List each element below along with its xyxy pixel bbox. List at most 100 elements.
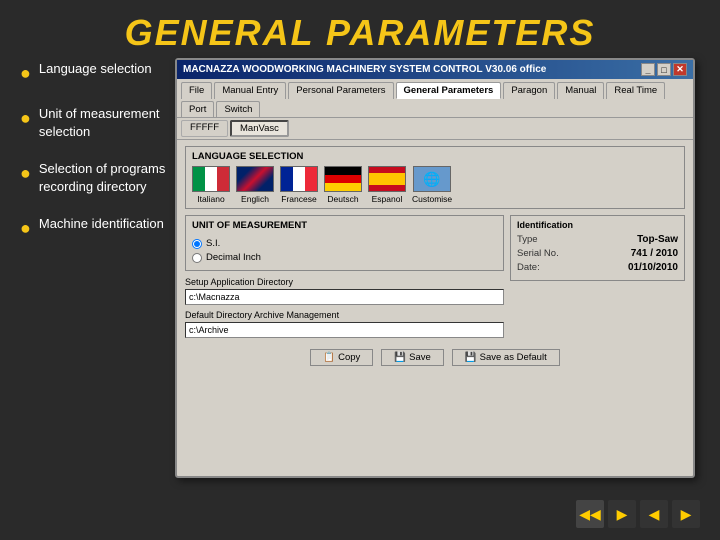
window-title: MACNAZZA WOODWORKING MACHINERY SYSTEM CO… xyxy=(183,64,546,75)
save-default-icon: 💾 xyxy=(465,352,477,363)
flag-label-french: Francese xyxy=(281,194,316,204)
id-row-type: Type Top-Saw xyxy=(517,234,678,245)
bullet-dot-4: ● xyxy=(20,216,31,240)
save-default-button[interactable]: 💾 Save as Default xyxy=(452,349,560,366)
language-section: LANGUAGE SELECTION Italiano Englich Fran… xyxy=(185,146,685,209)
maximize-button[interactable]: □ xyxy=(657,63,671,76)
bullet-text-machine: Machine identification xyxy=(39,215,164,233)
tab-switch[interactable]: Switch xyxy=(216,101,260,117)
id-value-type: Top-Saw xyxy=(637,234,678,245)
tab-paragon[interactable]: Paragon xyxy=(503,82,555,99)
setup-dir-label: Setup Application Directory xyxy=(185,277,504,287)
tab-general-params[interactable]: General Parameters xyxy=(396,82,502,99)
flag-img-english xyxy=(236,166,274,192)
bullet-item-language: ● Language selection xyxy=(20,60,185,85)
unit-section-title: Unit of Measurement xyxy=(192,220,497,231)
flag-img-french xyxy=(280,166,318,192)
tab-file[interactable]: File xyxy=(181,82,212,99)
tab-manual[interactable]: Manual xyxy=(557,82,604,99)
bullet-item-selection: ● Selection of programs recording direct… xyxy=(20,160,185,195)
flag-label-english: Englich xyxy=(241,194,269,204)
setup-dir-group: Setup Application Directory xyxy=(185,277,504,305)
copy-label: Copy xyxy=(338,352,360,363)
flag-img-italian xyxy=(192,166,230,192)
flag-french[interactable]: Francese xyxy=(280,166,318,204)
subtab-2[interactable]: ManVasc xyxy=(230,120,289,137)
tab-manual-entry[interactable]: Manual Entry xyxy=(214,82,286,99)
radio-decimal-label: Decimal Inch xyxy=(206,252,261,263)
flag-img-german xyxy=(324,166,362,192)
flag-label-spanish: Espanol xyxy=(372,194,403,204)
flag-label-custom: Customise xyxy=(412,194,452,204)
tab-bar: File Manual Entry Personal Parameters Ge… xyxy=(177,79,693,118)
bullet-item-machine: ● Machine identification xyxy=(20,215,185,240)
identification-box: Identification Type Top-Saw Serial No. 7… xyxy=(510,215,685,281)
save-icon: 💾 xyxy=(394,352,406,363)
flag-img-custom: 🌐 xyxy=(413,166,451,192)
radio-si-label: S.I. xyxy=(206,238,220,249)
window-controls[interactable]: _ □ ✕ xyxy=(641,63,687,76)
language-flags: Italiano Englich Francese Deutsch Espano… xyxy=(192,166,678,204)
id-key-serial: Serial No. xyxy=(517,248,559,259)
language-section-title: LANGUAGE SELECTION xyxy=(192,151,678,162)
flag-spanish[interactable]: Espanol xyxy=(368,166,406,204)
archive-dir-input[interactable] xyxy=(185,322,504,338)
identification-title: Identification xyxy=(517,220,678,230)
flag-italian[interactable]: Italiano xyxy=(192,166,230,204)
close-button[interactable]: ✕ xyxy=(673,63,687,76)
save-button[interactable]: 💾 Save xyxy=(381,349,444,366)
flag-german[interactable]: Deutsch xyxy=(324,166,362,204)
two-col-layout: Unit of Measurement S.I. Decimal Inch xyxy=(185,215,685,343)
radio-decimal-input[interactable] xyxy=(192,253,202,263)
radio-decimal[interactable]: Decimal Inch xyxy=(192,252,497,263)
minimize-button[interactable]: _ xyxy=(641,63,655,76)
unit-section: Unit of Measurement S.I. Decimal Inch xyxy=(185,215,504,271)
id-value-serial: 741 / 2010 xyxy=(631,248,678,259)
bullet-dot-3: ● xyxy=(20,161,31,185)
bullet-dot: ● xyxy=(20,61,31,85)
page-title: GENERAL PARAMETERS xyxy=(0,0,720,62)
nav-prev[interactable]: ◀ xyxy=(640,500,668,528)
save-label: Save xyxy=(409,352,431,363)
bullet-list: ● Language selection ● Unit of measureme… xyxy=(20,60,185,261)
subtab-bar: FFFFF ManVasc xyxy=(177,118,693,140)
archive-dir-group: Default Directory Archive Management xyxy=(185,310,504,338)
setup-dir-input[interactable] xyxy=(185,289,504,305)
id-row-date: Date: 01/10/2010 xyxy=(517,262,678,273)
flag-img-spanish xyxy=(368,166,406,192)
bottom-nav: ◀◀ ▶ ◀ ▶ xyxy=(576,500,700,528)
main-window: MACNAZZA WOODWORKING MACHINERY SYSTEM CO… xyxy=(175,58,695,478)
window-titlebar: MACNAZZA WOODWORKING MACHINERY SYSTEM CO… xyxy=(177,60,693,79)
archive-dir-label: Default Directory Archive Management xyxy=(185,310,504,320)
id-key-date: Date: xyxy=(517,262,540,273)
col-left: Unit of Measurement S.I. Decimal Inch xyxy=(185,215,504,343)
bullet-text-language: Language selection xyxy=(39,60,152,78)
id-row-serial: Serial No. 741 / 2010 xyxy=(517,248,678,259)
radio-si[interactable]: S.I. xyxy=(192,238,497,249)
bullet-text-selection: Selection of programs recording director… xyxy=(39,160,185,195)
window-body: LANGUAGE SELECTION Italiano Englich Fran… xyxy=(177,140,693,372)
flag-english[interactable]: Englich xyxy=(236,166,274,204)
flag-label-italian: Italiano xyxy=(197,194,224,204)
bottom-buttons: 📋 Copy 💾 Save 💾 Save as Default xyxy=(185,349,685,366)
flag-custom[interactable]: 🌐 Customise xyxy=(412,166,452,204)
bullet-text-unit: Unit of measurement selection xyxy=(39,105,185,140)
id-key-type: Type xyxy=(517,234,538,245)
nav-next[interactable]: ▶ xyxy=(672,500,700,528)
tab-personal-params[interactable]: Personal Parameters xyxy=(288,82,393,99)
col-right: Identification Type Top-Saw Serial No. 7… xyxy=(510,215,685,343)
bullet-dot-2: ● xyxy=(20,106,31,130)
nav-prev-prev[interactable]: ◀◀ xyxy=(576,500,604,528)
copy-button[interactable]: 📋 Copy xyxy=(310,349,373,366)
id-value-date: 01/10/2010 xyxy=(628,262,678,273)
subtab-1[interactable]: FFFFF xyxy=(181,120,228,137)
bullet-item-unit: ● Unit of measurement selection xyxy=(20,105,185,140)
flag-label-german: Deutsch xyxy=(327,194,358,204)
nav-forward[interactable]: ▶ xyxy=(608,500,636,528)
radio-si-input[interactable] xyxy=(192,239,202,249)
save-default-label: Save as Default xyxy=(480,352,547,363)
copy-icon: 📋 xyxy=(323,352,335,363)
tab-port[interactable]: Port xyxy=(181,101,214,117)
tab-real-time[interactable]: Real Time xyxy=(606,82,665,99)
unit-radio-group: S.I. Decimal Inch xyxy=(192,235,497,266)
